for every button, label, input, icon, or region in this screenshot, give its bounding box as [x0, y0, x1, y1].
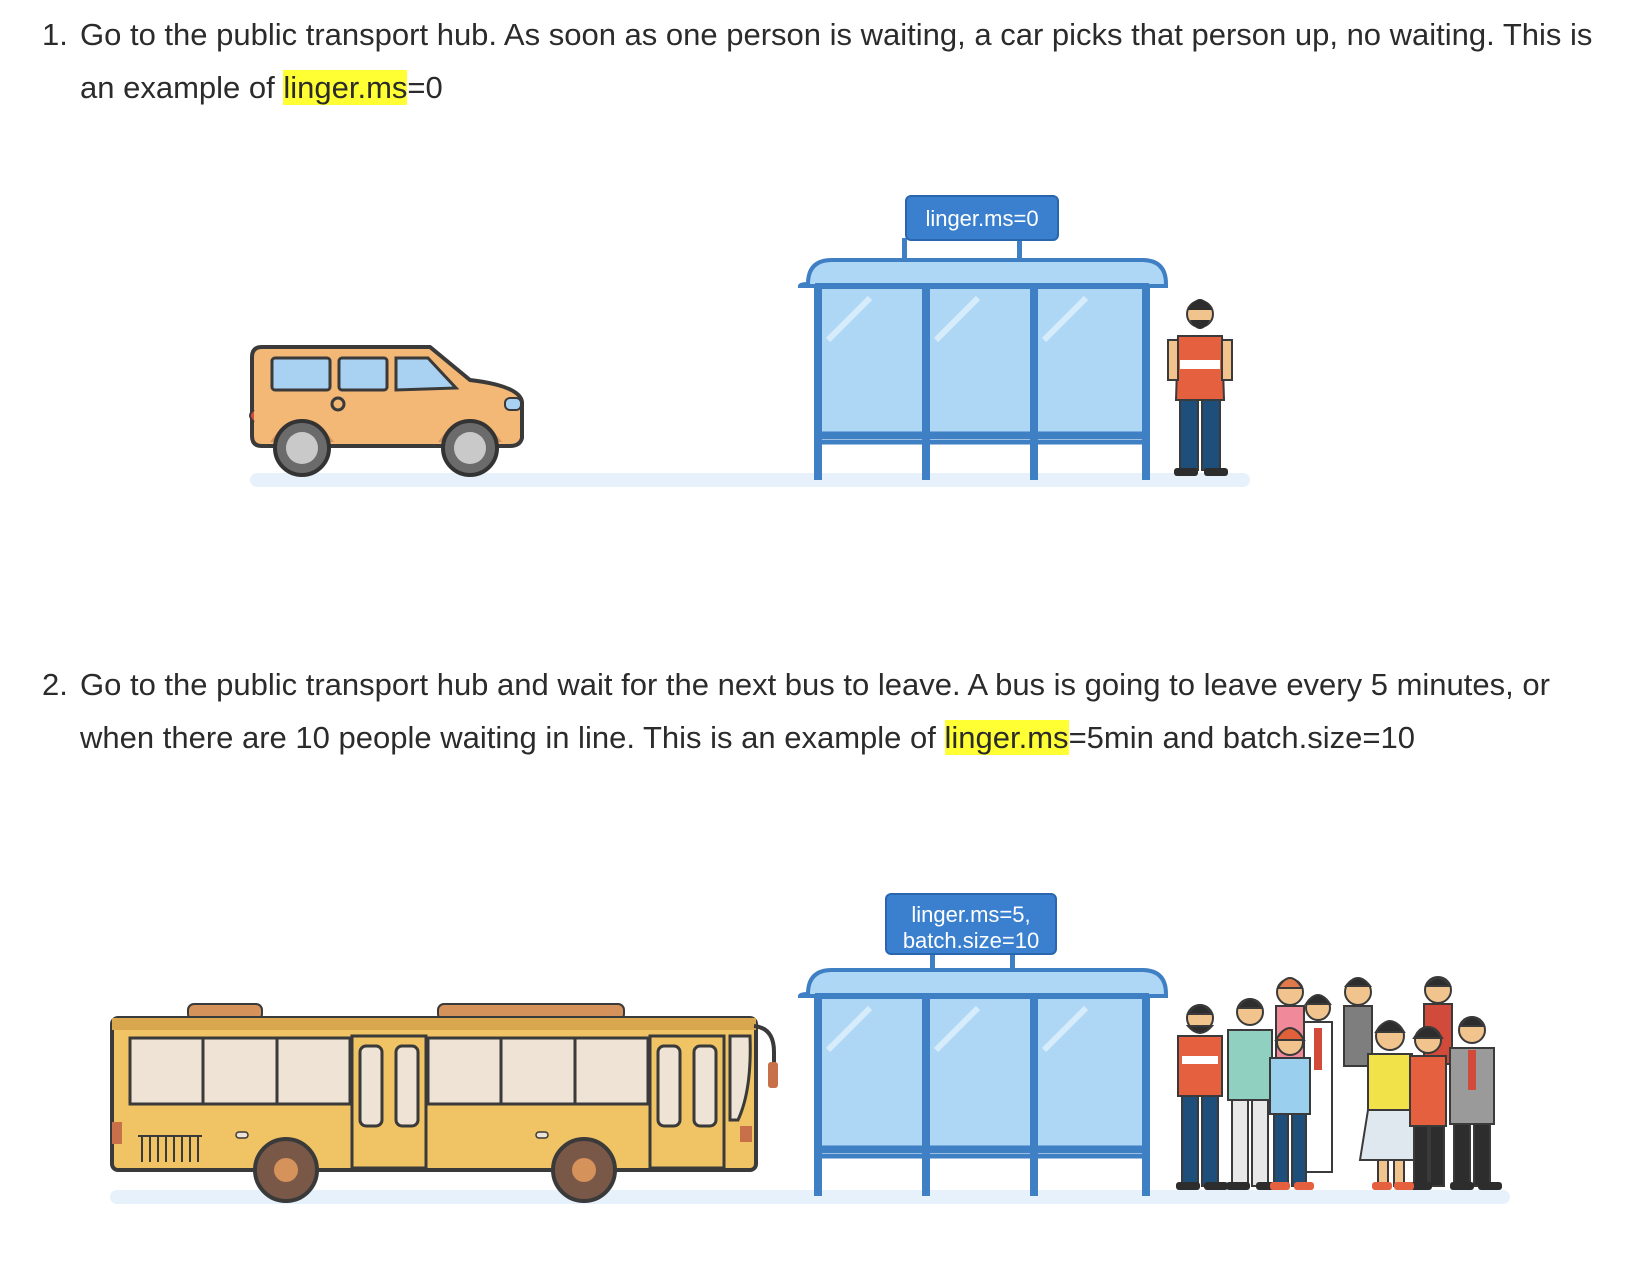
bus-icon — [110, 1003, 778, 1203]
highlighted-term: linger.ms — [944, 720, 1069, 755]
list-item-2: 2. Go to the public transport hub and wa… — [42, 658, 1602, 764]
list-number: 2. — [42, 667, 68, 702]
list-number: 1. — [42, 17, 68, 52]
list-item-text: Go to the public transport hub. As soon … — [80, 8, 1602, 114]
list-item-text: Go to the public transport hub and wait … — [80, 658, 1602, 764]
sign-label-line2: batch.size=10 — [903, 928, 1039, 953]
bus-shelter-icon — [797, 195, 1168, 480]
car-pickup-illustration: linger.ms=0 — [249, 195, 1250, 487]
highlighted-term: linger.ms — [283, 70, 408, 105]
text-after: =5min and batch.size=10 — [1068, 720, 1415, 755]
ground-line — [250, 473, 1250, 487]
ground-line — [110, 1190, 1510, 1204]
text-after: =0 — [407, 70, 443, 105]
sign-label: linger.ms=0 — [925, 206, 1038, 231]
bus-batch-illustration: linger.ms=5, batch.size=10 — [110, 893, 1510, 1204]
list-item-1: 1. Go to the public transport hub. As so… — [42, 8, 1602, 114]
sign-label-line1: linger.ms=5, — [911, 902, 1030, 927]
crowd-icon — [1176, 976, 1502, 1190]
car-icon — [249, 345, 524, 477]
person-icon — [1167, 299, 1233, 476]
